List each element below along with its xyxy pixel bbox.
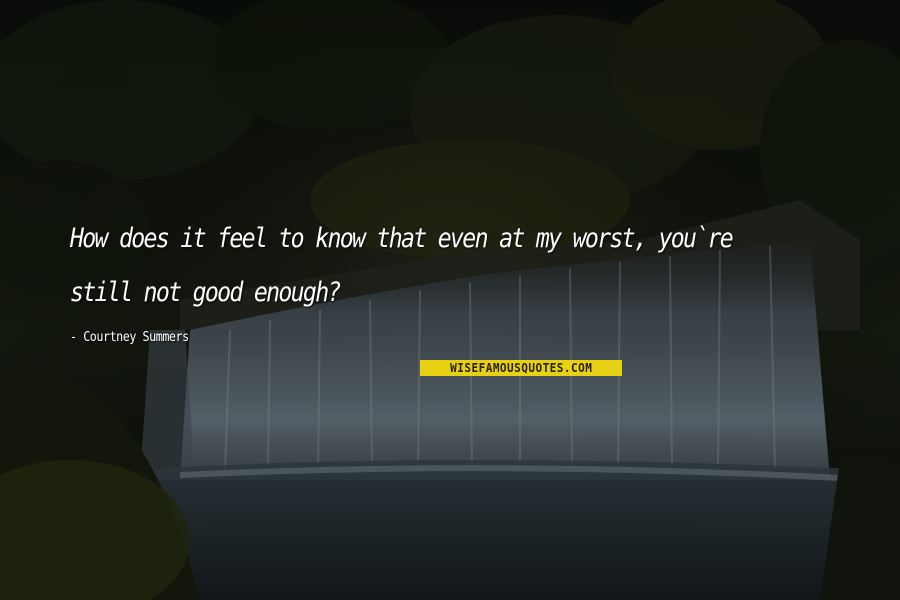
wisefamousquotes-logo[interactable]: WISEFAMOUSQUOTES.COM bbox=[420, 360, 622, 376]
logo-label: WISEFAMOUSQUOTES.COM bbox=[449, 361, 593, 375]
quote-author: - Courtney Summers bbox=[70, 330, 189, 345]
quote-text: How does it feel to know that even at my… bbox=[70, 223, 734, 308]
